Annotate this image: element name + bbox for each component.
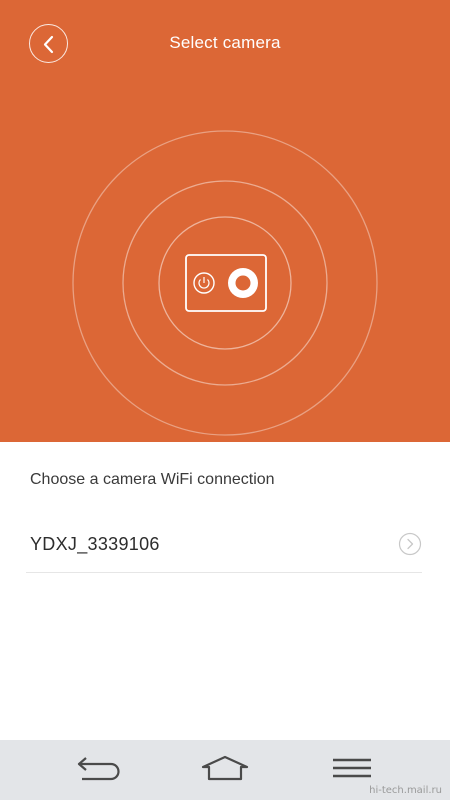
home-icon[interactable] bbox=[200, 754, 250, 784]
section-label: Choose a camera WiFi connection bbox=[30, 471, 275, 488]
system-nav-bar: hi-tech.mail.ru bbox=[0, 740, 450, 800]
wifi-network-row[interactable]: YDXJ_3339106 bbox=[26, 520, 422, 573]
shutter-icon bbox=[228, 268, 258, 298]
back-arrow-icon[interactable] bbox=[76, 754, 122, 784]
watermark: hi-tech.mail.ru bbox=[369, 785, 442, 796]
power-icon bbox=[193, 272, 215, 294]
wifi-network-name: YDXJ_3339106 bbox=[30, 534, 160, 554]
chevron-right-icon bbox=[398, 532, 422, 556]
camera-search-illustration bbox=[72, 130, 378, 436]
menu-icon[interactable] bbox=[331, 754, 373, 784]
radar-ring-outer bbox=[72, 130, 378, 436]
radar-ring-inner bbox=[158, 216, 292, 350]
page-title: Select camera bbox=[169, 33, 281, 52]
wifi-section: Choose a camera WiFi connection YDXJ_333… bbox=[0, 442, 450, 740]
radar-ring-middle bbox=[122, 180, 328, 386]
header-hero: Select camera bbox=[0, 0, 450, 442]
